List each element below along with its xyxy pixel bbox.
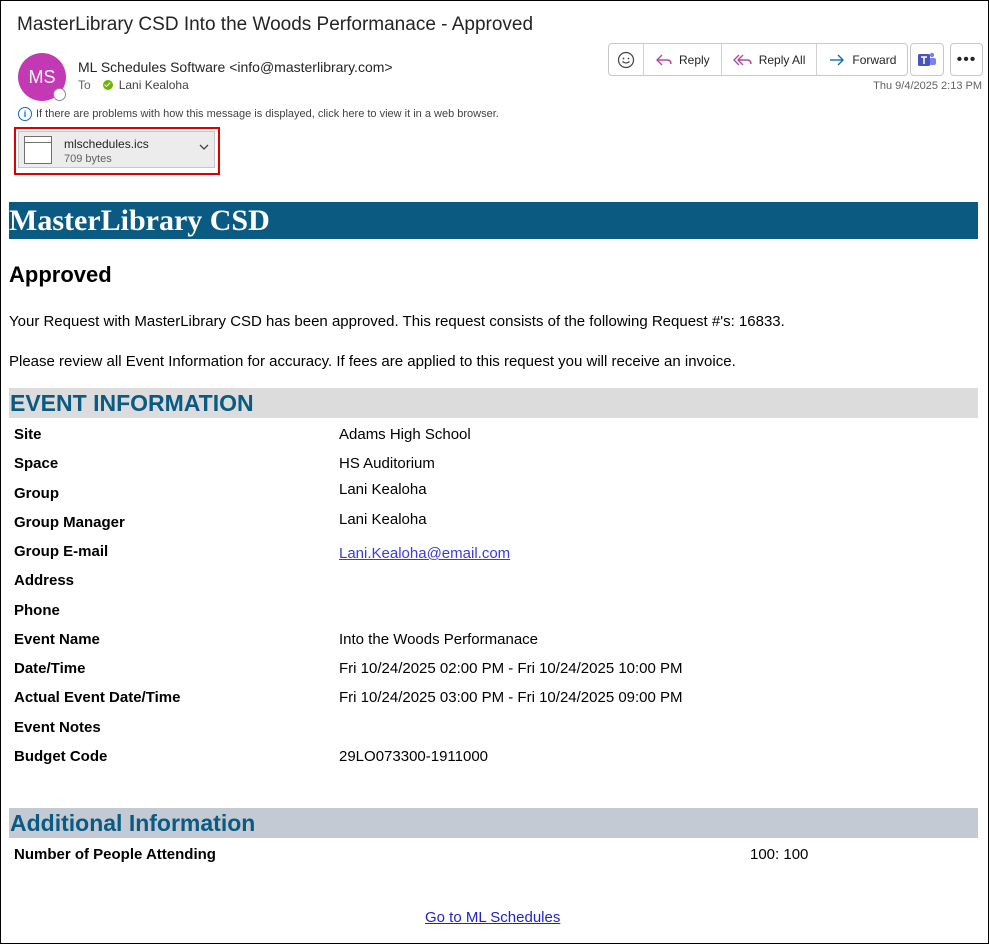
event-info-title: EVENT INFORMATION [10, 390, 254, 416]
event-info-section-header: EVENT INFORMATION [9, 388, 978, 418]
event-value: Into the Woods Performanace [339, 631, 538, 648]
event-label: Budget Code [14, 748, 108, 765]
more-icon: ••• [956, 50, 977, 68]
event-value: Fri 10/24/2025 02:00 PM - Fri 10/24/2025… [339, 660, 683, 677]
message-toolbar: Reply Reply All Forward [608, 43, 909, 76]
event-value: Lani Kealoha [339, 511, 427, 528]
event-value: Adams High School [339, 426, 471, 443]
additional-info-section-header: Additional Information [9, 808, 978, 838]
forward-arrow-icon [830, 54, 845, 65]
presence-icon [53, 88, 66, 101]
forward-label: Forward [852, 52, 897, 67]
recipient-row: To Lani Kealoha [78, 78, 189, 92]
event-label: Phone [14, 602, 60, 619]
event-label: Group Manager [14, 514, 125, 531]
recipient-name[interactable]: Lani Kealoha [119, 78, 189, 92]
email-subject: MasterLibrary CSD Into the Woods Perform… [17, 14, 534, 35]
attending-label: Number of People Attending [14, 846, 216, 863]
chevron-down-icon[interactable] [198, 141, 210, 156]
status-heading: Approved [9, 262, 112, 287]
teams-icon [918, 52, 936, 66]
additional-info-title: Additional Information [10, 810, 256, 836]
event-label: Event Name [14, 631, 100, 648]
sender-name[interactable]: ML Schedules Software <info@masterlibrar… [78, 59, 393, 75]
event-value: 29LO073300-1911000 [339, 748, 489, 765]
to-label: To [78, 78, 91, 92]
event-label: Actual Event Date/Time [14, 689, 181, 706]
teams-button[interactable] [910, 43, 944, 76]
calendar-icon [24, 136, 52, 164]
attending-value: 100: 100 [750, 846, 809, 863]
email-timestamp: Thu 9/4/2025 2:13 PM [873, 80, 982, 92]
more-actions-button[interactable]: ••• [950, 43, 983, 76]
attachment-name: mlschedules.ics [64, 137, 149, 151]
emoji-reaction-button[interactable] [609, 44, 643, 75]
reply-button[interactable]: Reply [643, 44, 721, 75]
event-label: Group [14, 485, 59, 502]
banner-title: MasterLibrary CSD [9, 204, 270, 237]
event-label: Space [14, 455, 59, 472]
reply-all-icon [732, 54, 752, 65]
event-value: Lani Kealoha [339, 481, 427, 498]
reply-all-label: Reply All [758, 52, 806, 67]
reply-icon [656, 54, 672, 65]
go-to-ml-schedules-link[interactable]: Go to ML Schedules [425, 909, 560, 926]
org-banner: MasterLibrary CSD [9, 202, 978, 239]
group-email-link[interactable]: Lani.Kealoha@email.com [339, 545, 510, 562]
event-value: HS Auditorium [339, 455, 435, 472]
display-problem-notice[interactable]: i If there are problems with how this me… [18, 107, 499, 121]
info-text: If there are problems with how this mess… [36, 108, 499, 120]
event-label: Site [14, 426, 42, 443]
attachment-size: 709 bytes [64, 153, 112, 165]
smiley-icon [617, 51, 635, 68]
event-label: Address [14, 572, 75, 589]
event-label: Event Notes [14, 719, 101, 736]
event-label: Group E-mail [14, 543, 109, 560]
approval-message: Your Request with MasterLibrary CSD has … [9, 313, 785, 330]
reply-all-button[interactable]: Reply All [720, 44, 817, 75]
event-label: Date/Time [14, 660, 86, 677]
event-value: Fri 10/24/2025 03:00 PM - Fri 10/24/2025… [339, 689, 683, 706]
review-message: Please review all Event Information for … [9, 353, 736, 370]
available-check-icon [102, 80, 113, 90]
reply-label: Reply [679, 52, 710, 67]
info-icon: i [18, 107, 32, 121]
avatar-initials: MS [28, 66, 56, 87]
attachment-card[interactable]: mlschedules.ics 709 bytes [18, 131, 215, 168]
forward-button[interactable]: Forward [816, 44, 907, 75]
